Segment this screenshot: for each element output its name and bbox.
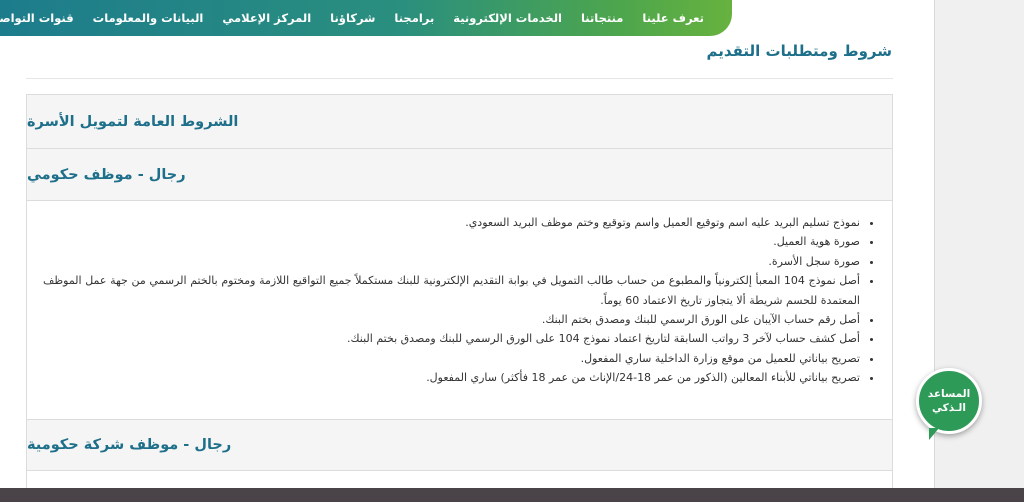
list-item: صورة هوية العميل. (43, 232, 860, 251)
nav-item-contact-channels[interactable]: قنوات التواصل (0, 11, 74, 25)
nav-item-products[interactable]: منتجاتنا (581, 11, 623, 25)
nav-item-data-info[interactable]: البيانات والمعلومات (93, 11, 204, 25)
main-content: شروط ومتطلبات التقديم الشروط العامة لتمو… (0, 0, 935, 488)
top-navigation: تعرف علينا منتجاتنا الخدمات الإلكترونية … (0, 0, 732, 36)
accordion-gov-company-employee[interactable]: رجال - موظف شركة حكومية (27, 419, 892, 471)
accordion-general-conditions[interactable]: الشروط العامة لتمويل الأسرة (27, 95, 892, 149)
nav-item-e-services[interactable]: الخدمات الإلكترونية (453, 11, 562, 25)
list-item: أصل رقم حساب الآيبان على الورق الرسمي لل… (43, 310, 860, 329)
accordion-general-conditions-label: الشروط العامة لتمويل الأسرة (27, 113, 239, 130)
smart-assistant-label-line1: المساعد (927, 388, 971, 400)
list-item: أصل كشف حساب لآخر 3 رواتب السابقة لتاريخ… (43, 329, 860, 348)
nav-item-about[interactable]: تعرف علينا (642, 11, 704, 25)
accordion-gov-employee-label: رجال - موظف حكومي (27, 166, 186, 183)
title-divider (26, 78, 893, 79)
page-title: شروط ومتطلبات التقديم (706, 42, 892, 60)
smart-assistant-button[interactable]: المساعد الـذكي (916, 368, 982, 440)
gov-employee-requirements: نموذج تسليم البريد عليه اسم وتوقيع العمي… (27, 201, 892, 419)
list-item: نموذج تسليم البريد عليه اسم وتوقيع العمي… (43, 213, 860, 232)
nav-item-media-center[interactable]: المركز الإعلامي (222, 11, 311, 25)
list-item: تصريح بياناتي للعميل من موقع وزارة الداخ… (43, 349, 860, 368)
nav-item-partners[interactable]: شركاؤنا (330, 11, 375, 25)
list-item: تصريح بياناتي للأبناء المعالين (الذكور م… (43, 368, 860, 387)
accordion-gov-employee[interactable]: رجال - موظف حكومي (27, 149, 892, 201)
list-item: أصل نموذج 104 المعبأ إلكترونياً والمطبوع… (43, 271, 860, 310)
list-item: صورة سجل الأسرة. (43, 252, 860, 271)
nav-item-programs[interactable]: برامجنا (394, 11, 434, 25)
smart-assistant-label-line2: الـذكي (932, 402, 966, 414)
requirements-panel: الشروط العامة لتمويل الأسرة رجال - موظف … (26, 94, 893, 488)
accordion-gov-company-employee-label: رجال - موظف شركة حكومية (27, 437, 232, 453)
requirements-list: نموذج تسليم البريد عليه اسم وتوقيع العمي… (43, 213, 876, 388)
bottom-bar (0, 488, 1024, 502)
